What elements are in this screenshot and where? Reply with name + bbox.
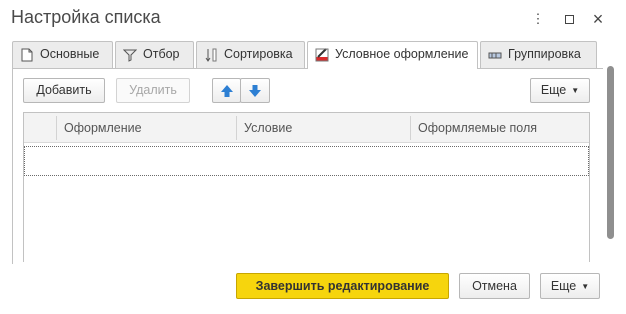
add-button[interactable]: Добавить <box>23 78 105 103</box>
grouping-icon <box>488 52 502 59</box>
more-menu-label: Еще <box>550 279 577 293</box>
delete-button[interactable]: Удалить <box>116 78 190 103</box>
cancel-button[interactable]: Отмена <box>459 273 530 299</box>
finish-editing-button[interactable]: Завершить редактирование <box>236 273 449 299</box>
table-row[interactable] <box>24 146 589 176</box>
brush-icon <box>315 48 329 62</box>
caret-down-icon: ▼ <box>571 86 580 95</box>
sort-icon <box>205 48 217 62</box>
move-down-button[interactable] <box>240 78 270 103</box>
tab-grouping[interactable]: Группировка <box>480 41 597 68</box>
conditions-table: Оформление Условие Оформляемые поля <box>23 112 590 262</box>
arrow-down-icon <box>249 85 261 97</box>
tab-label: Сортировка <box>224 47 293 61</box>
tab-label: Условное оформление <box>335 47 469 61</box>
window-title: Настройка списка <box>11 7 161 27</box>
vertical-scrollbar[interactable] <box>606 66 616 246</box>
document-icon <box>21 48 33 62</box>
more-menu-button-footer[interactable]: Еще ▼ <box>540 273 600 299</box>
tab-sort[interactable]: Сортировка <box>196 41 305 68</box>
column-header-formatting[interactable]: Оформление <box>56 113 236 143</box>
table-header: Оформление Условие Оформляемые поля <box>24 113 589 143</box>
caret-down-icon: ▼ <box>581 282 590 291</box>
more-menu-label: Еще <box>540 83 567 97</box>
tab-filter[interactable]: Отбор <box>115 41 194 68</box>
close-icon[interactable]: × <box>590 10 606 28</box>
tab-main[interactable]: Основные <box>12 41 113 68</box>
filter-icon <box>123 49 137 62</box>
column-header-fields[interactable]: Оформляемые поля <box>410 113 589 143</box>
move-up-button[interactable] <box>212 78 241 103</box>
tab-label: Основные <box>40 47 100 61</box>
maximize-icon[interactable] <box>562 11 578 27</box>
tab-conditional-formatting[interactable]: Условное оформление <box>307 41 478 69</box>
tab-label: Отбор <box>143 47 180 61</box>
tab-label: Группировка <box>508 47 581 61</box>
arrow-up-icon <box>221 85 233 97</box>
more-vert-icon[interactable]: ⋮ <box>530 11 546 27</box>
scrollbar-thumb[interactable] <box>607 66 614 239</box>
window-titlebar: Настройка списка ⋮ × <box>0 0 626 38</box>
column-header-condition[interactable]: Условие <box>236 113 410 143</box>
tab-bar: Основные Отбор Сортировка Условное оформ… <box>12 41 602 69</box>
more-menu-button[interactable]: Еще ▼ <box>530 78 590 103</box>
